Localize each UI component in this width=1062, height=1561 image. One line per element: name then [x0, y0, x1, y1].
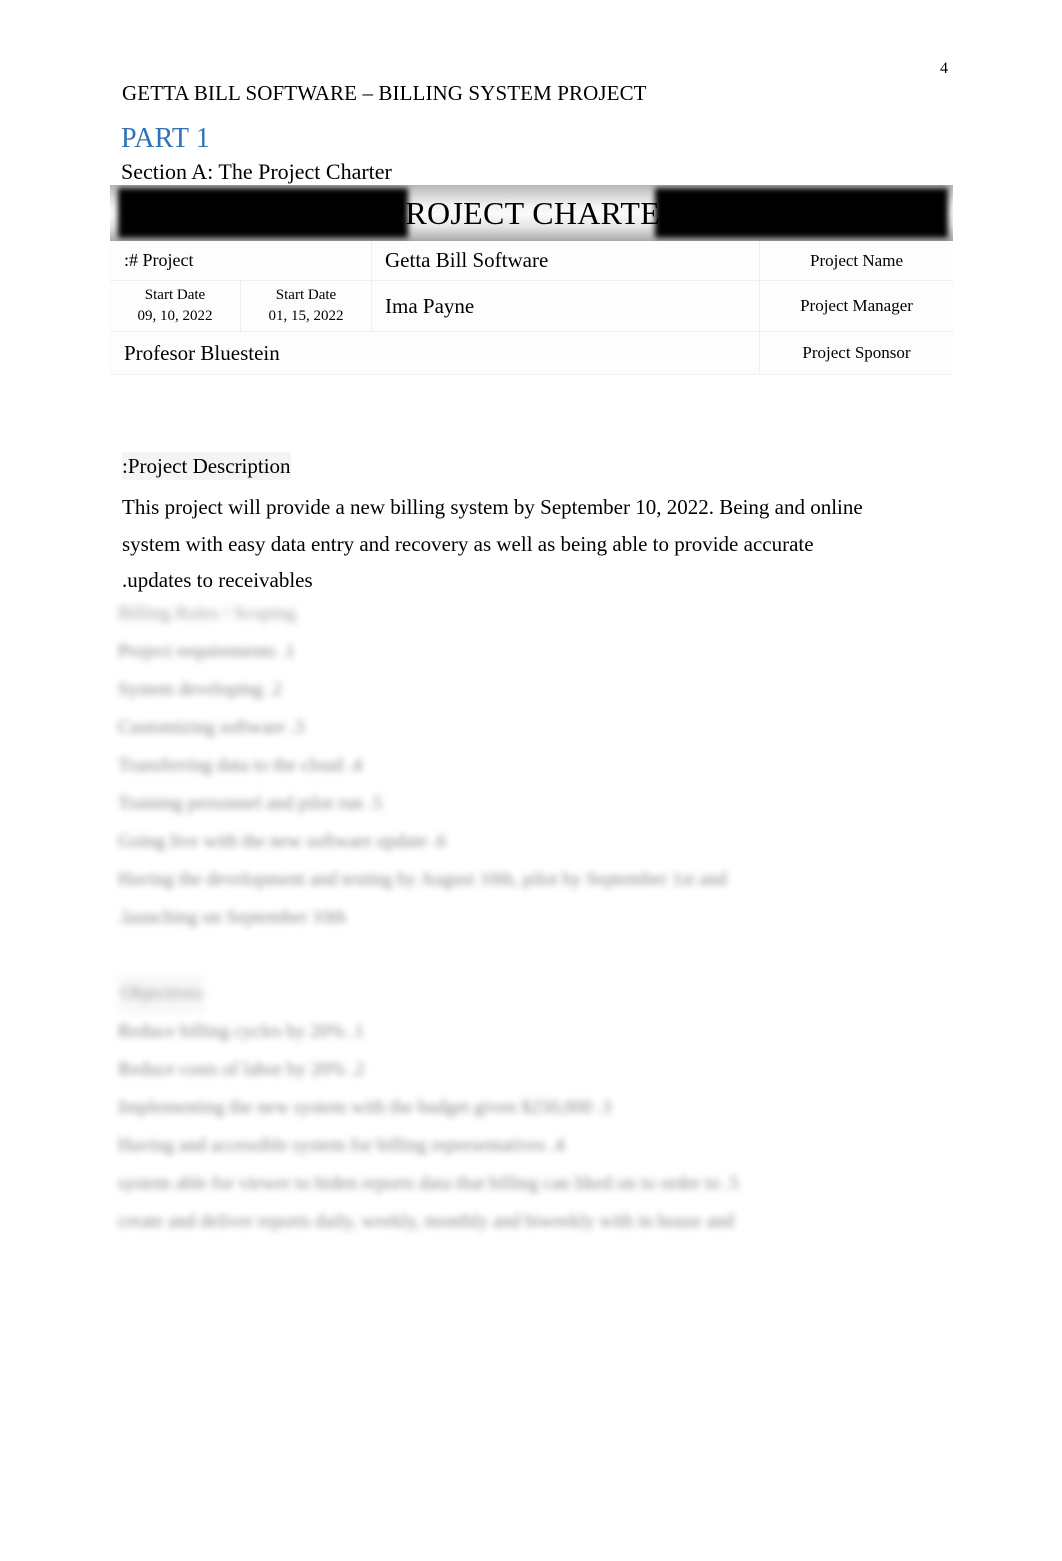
- obscured-line: .launching on September 10th: [118, 907, 346, 928]
- start-date-1-label: Start Date: [144, 287, 206, 303]
- obscured-line: create and deliver reports daily, weekly…: [118, 1211, 734, 1232]
- page-title-part: PART 1: [121, 123, 211, 154]
- page-number: 4: [940, 60, 948, 77]
- obscured-line: system able for viewer to hiden reports …: [118, 1173, 740, 1194]
- project-name-label: Project Name: [810, 250, 903, 270]
- obscured-line: Going live with the new software update …: [118, 831, 447, 852]
- start-date-1-value: 09, 10, 2022: [137, 308, 213, 324]
- obscured-line: Having and accessible system for billing…: [118, 1135, 565, 1156]
- charter-title-row: PROJECT CHARTER: [110, 185, 953, 241]
- obscured-line: Billing Roles / Scoping: [118, 603, 296, 624]
- redaction-bar-right: [655, 188, 948, 238]
- project-sponsor-value: Profesor Bluestein: [110, 332, 760, 374]
- obscured-line: System developing .2: [118, 679, 283, 700]
- document-page: 4 GETTA BILL SOFTWARE – BILLING SYSTEM P…: [0, 0, 1062, 1561]
- start-date-cells: Start Date 09, 10, 2022 Start Date 01, 1…: [110, 279, 372, 333]
- project-number-cell: :# Project: [110, 241, 372, 280]
- obscured-heading-wrap: Objectives: [118, 975, 739, 1013]
- start-date-1: Start Date 09, 10, 2022: [110, 279, 241, 333]
- obscured-line: Implementing the new system with the bud…: [118, 1097, 612, 1118]
- project-name-value: Getta Bill Software: [372, 241, 760, 280]
- project-charter-table: PROJECT CHARTER :# Project Getta Bill So…: [110, 185, 953, 375]
- obscured-line: Reduce costs of labor by 20% .2: [118, 1059, 365, 1080]
- description-line: .updates to receivables: [122, 568, 313, 592]
- project-description-label: :Project Description: [122, 452, 291, 480]
- project-sponsor-label: Project Sponsor: [802, 343, 911, 362]
- obscured-heading: Objectives: [118, 975, 206, 1013]
- obscured-line: Training personnel and pilot run .5: [118, 793, 383, 814]
- start-date-2-label: Start Date: [275, 287, 337, 303]
- obscured-line: Having the development and testing by Au…: [118, 869, 727, 890]
- project-description-body: This project will provide a new billing …: [122, 489, 882, 599]
- redaction-bar-left: [118, 188, 408, 238]
- obscured-line: Project requirements .1: [118, 641, 295, 662]
- description-line: This project will provide a new billing …: [122, 495, 863, 519]
- project-manager-value: Ima Payne: [372, 281, 760, 331]
- start-date-2-value: 01, 15, 2022: [268, 308, 344, 324]
- table-row: :# Project Getta Bill Software Project N…: [110, 241, 953, 281]
- running-header: GETTA BILL SOFTWARE – BILLING SYSTEM PRO…: [122, 81, 647, 105]
- obscured-line: Transferring data to the cloud .4: [118, 755, 363, 776]
- section-heading: Section A: The Project Charter: [121, 159, 392, 184]
- description-line: system with easy data entry and recovery…: [122, 531, 814, 556]
- obscured-line: Customizing software .3: [118, 717, 305, 738]
- obscured-text-block-1: Billing Roles / Scoping Project requirem…: [118, 595, 726, 937]
- obscured-line: Reduce billing cycles by 20% .1: [118, 1021, 364, 1042]
- obscured-text-block-2: Objectives Reduce billing cycles by 20% …: [118, 975, 739, 1241]
- table-row: Start Date 09, 10, 2022 Start Date 01, 1…: [110, 279, 953, 333]
- start-date-2: Start Date 01, 15, 2022: [241, 279, 371, 333]
- project-manager-label: Project Manager: [800, 296, 913, 315]
- table-row: Profesor Bluestein Project Sponsor: [110, 332, 953, 375]
